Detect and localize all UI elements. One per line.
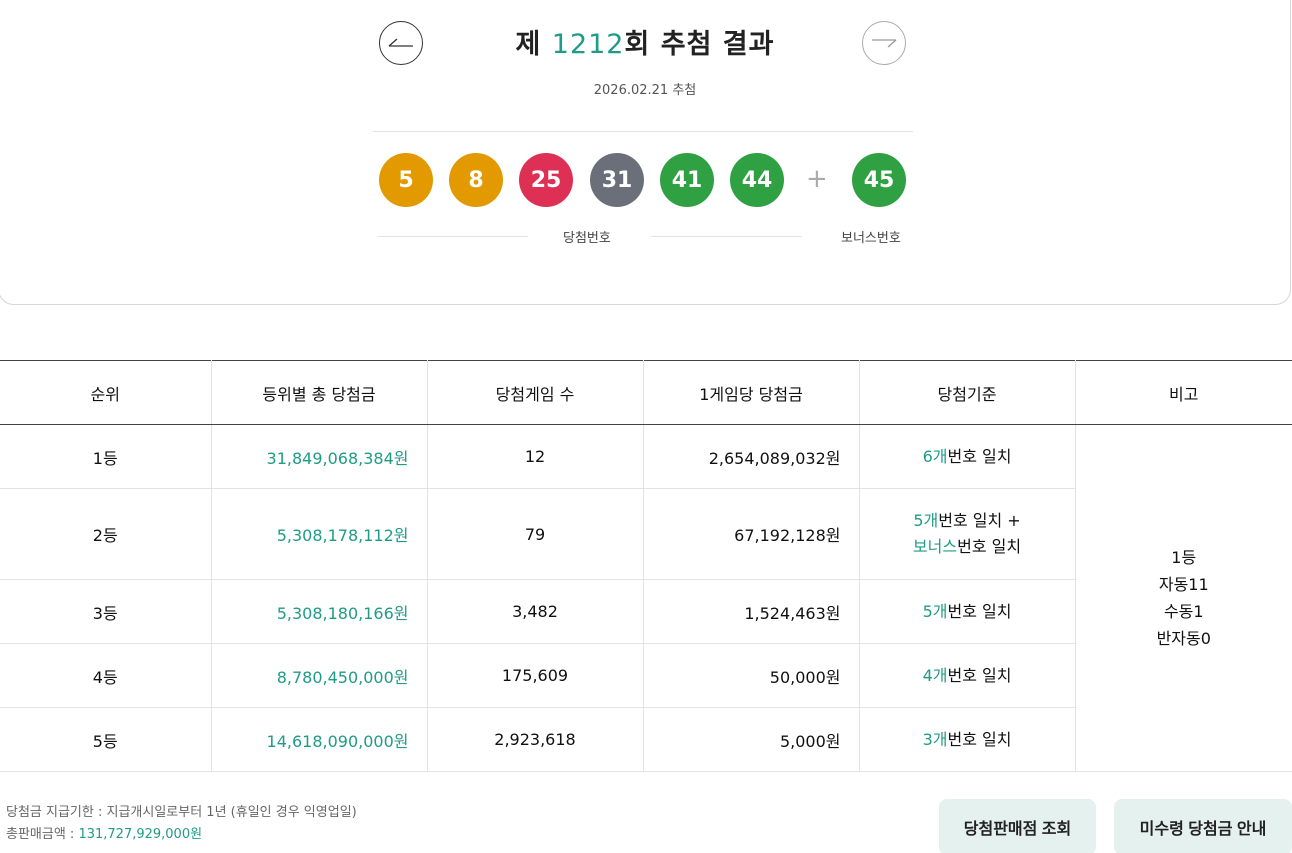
note-line: 반자동0 xyxy=(1156,629,1211,648)
total-prize-cell: 5,308,180,166원 xyxy=(211,579,428,644)
winner-count-cell: 79 xyxy=(427,488,644,580)
rank-cell: 4등 xyxy=(0,643,212,708)
winning-ball-3: 25 xyxy=(519,153,573,207)
prize-per-game-cell: 50,000원 xyxy=(643,643,860,708)
caption-rule-left xyxy=(378,236,528,237)
winning-ball-1: 5 xyxy=(379,153,433,207)
criteria-text: 번호 일치 xyxy=(947,601,1012,621)
total-sales-label: 총판매금액 : xyxy=(6,827,79,842)
table-header-row: 순위 등위별 총 당첨금 당첨게임 수 1게임당 당첨금 당첨기준 비고 xyxy=(0,360,1292,425)
prize-per-game-cell: 67,192,128원 xyxy=(643,488,860,580)
prize-per-game-cell: 5,000원 xyxy=(643,707,860,772)
criteria-text: 번호 일치 xyxy=(957,537,1022,556)
caption-rule-right xyxy=(651,236,802,237)
prize-per-game-cell: 1,524,463원 xyxy=(643,579,860,644)
rank-cell: 3등 xyxy=(0,579,212,644)
total-prize-cell: 31,849,068,384원 xyxy=(211,424,428,489)
criteria-bonus: 보너스 xyxy=(912,537,958,556)
rank-cell: 2등 xyxy=(0,488,212,580)
title-prefix: 제 xyxy=(515,29,552,60)
criteria-cell: 6개번호 일치 xyxy=(859,424,1076,489)
plus-sign: + xyxy=(806,164,828,194)
criteria-count: 5개 xyxy=(913,511,939,530)
winning-numbers-label: 당첨번호 xyxy=(563,231,611,246)
header-total-prize: 등위별 총 당첨금 xyxy=(211,360,428,425)
divider xyxy=(373,131,913,132)
criteria-cell: 3개번호 일치 xyxy=(859,707,1076,772)
note-line: 수동1 xyxy=(1163,602,1204,621)
header-criteria: 당첨기준 xyxy=(859,360,1076,425)
page-title: 제 1212회 추첨 결과 xyxy=(450,22,840,61)
header-rank: 순위 xyxy=(0,360,212,425)
payout-deadline-text: 당첨금 지급기한 : 지급개시일로부터 1년 (휴일인 경우 익영업일) xyxy=(6,805,357,820)
criteria-count: 6개 xyxy=(922,446,948,466)
table-row: 1등 31,849,068,384원 12 2,654,089,032원 6개번… xyxy=(0,424,1292,772)
total-prize-cell: 14,618,090,000원 xyxy=(211,707,428,772)
criteria-text: 번호 일치 xyxy=(947,446,1012,466)
criteria-text: 번호 일치 xyxy=(947,729,1012,749)
draw-date: 2026.02.21 추첨 xyxy=(593,83,697,98)
criteria-cell: 5개번호 일치 + 보너스번호 일치 xyxy=(859,488,1076,580)
criteria-text: 번호 일치 xyxy=(947,665,1012,685)
criteria-cell: 5개번호 일치 xyxy=(859,579,1076,644)
rank-cell: 1등 xyxy=(0,424,212,489)
criteria-text: 번호 일치 + xyxy=(938,511,1021,530)
winner-count-cell: 2,923,618 xyxy=(427,707,644,772)
total-prize-cell: 8,780,450,000원 xyxy=(211,643,428,708)
header-winner-count: 당첨게임 수 xyxy=(427,360,644,425)
winning-ball-4: 31 xyxy=(590,153,644,207)
winning-ball-6: 44 xyxy=(730,153,784,207)
title-suffix: 회 추첨 결과 xyxy=(624,29,775,60)
note-line: 자동11 xyxy=(1158,575,1209,594)
note-line: 1등 xyxy=(1171,548,1197,567)
winning-store-search-button[interactable]: 당첨판매점 조회 xyxy=(939,799,1096,853)
unclaimed-prize-info-button[interactable]: 미수령 당첨금 안내 xyxy=(1114,799,1292,853)
arrow-right-icon xyxy=(872,39,897,48)
criteria-count: 5개 xyxy=(922,601,948,621)
note-cell: 1등 자동11 수동1 반자동0 xyxy=(1075,424,1292,772)
next-round-button[interactable] xyxy=(862,21,906,65)
criteria-count: 3개 xyxy=(922,729,948,749)
header-note: 비고 xyxy=(1075,360,1292,425)
prize-per-game-cell: 2,654,089,032원 xyxy=(643,424,860,489)
prize-table: 순위 등위별 총 당첨금 당첨게임 수 1게임당 당첨금 당첨기준 비고 1등 … xyxy=(0,360,1292,772)
bonus-number-label: 보너스번호 xyxy=(841,231,901,246)
criteria-cell: 4개번호 일치 xyxy=(859,643,1076,708)
header-prize-per-game: 1게임당 당첨금 xyxy=(643,360,860,425)
winner-count-cell: 3,482 xyxy=(427,579,644,644)
winner-count-cell: 12 xyxy=(427,424,644,489)
winning-ball-5: 41 xyxy=(660,153,714,207)
prev-round-button[interactable] xyxy=(379,21,423,65)
criteria-count: 4개 xyxy=(922,665,948,685)
winner-count-cell: 175,609 xyxy=(427,643,644,708)
total-sales-amount: 131,727,929,000원 xyxy=(78,827,203,842)
winning-ball-2: 8 xyxy=(449,153,503,207)
arrow-left-icon xyxy=(388,38,413,47)
rank-cell: 5등 xyxy=(0,707,212,772)
round-number: 1212 xyxy=(551,29,625,60)
total-sales-text: 총판매금액 : 131,727,929,000원 xyxy=(6,823,202,842)
bonus-ball: 45 xyxy=(852,153,906,207)
total-prize-cell: 5,308,178,112원 xyxy=(211,488,428,580)
